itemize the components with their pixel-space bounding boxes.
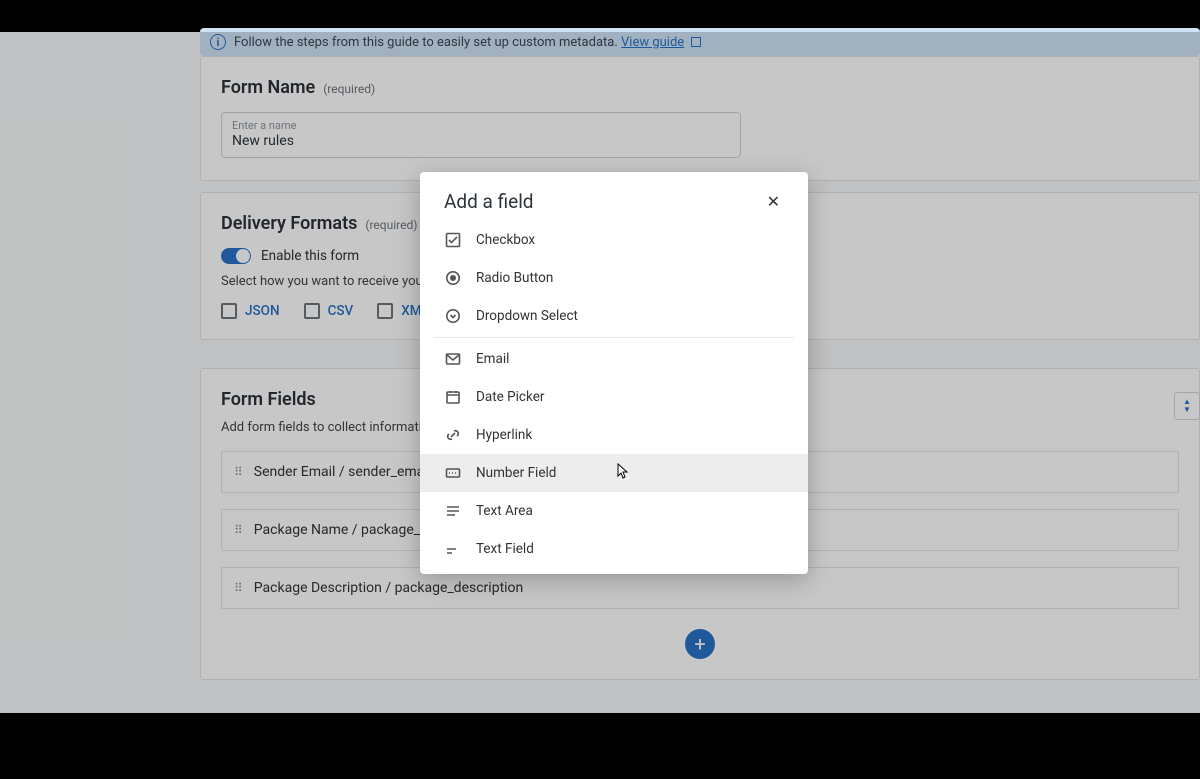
option-label: Date Picker (476, 389, 544, 405)
checkbox-icon (304, 303, 320, 319)
option-label: Text Area (476, 503, 533, 519)
format-csv[interactable]: CSV (304, 303, 354, 319)
dropdown-field-icon (444, 307, 462, 325)
modal-title: Add a field (444, 190, 534, 213)
option-textfield[interactable]: Text Field (420, 530, 808, 568)
plus-icon: + (694, 634, 705, 654)
form-name-placeholder: Enter a name (232, 119, 730, 132)
letterbox-bottom (0, 713, 1200, 779)
option-number[interactable]: Number Field (420, 454, 808, 492)
form-name-input[interactable]: Enter a name New rules (221, 112, 741, 158)
radio-field-icon (444, 269, 462, 287)
view-guide-link[interactable]: View guide (621, 35, 684, 50)
info-icon: i (210, 34, 226, 50)
form-name-required: (required) (323, 82, 375, 96)
option-label: Number Field (476, 465, 556, 481)
drag-handle-icon[interactable]: ⠿ (234, 581, 244, 595)
tip-banner: i Follow the steps from this guide to ea… (200, 28, 1200, 56)
option-date[interactable]: Date Picker (420, 378, 808, 416)
option-email[interactable]: Email (420, 340, 808, 378)
date-field-icon (444, 388, 462, 406)
delivery-required: (required) (365, 218, 417, 232)
enable-form-toggle[interactable] (221, 248, 251, 264)
chevron-down-icon: ▼ (1183, 406, 1191, 414)
add-field-button[interactable]: + (685, 629, 715, 659)
field-row-label: Sender Email / sender_email (254, 464, 431, 480)
form-fields-title: Form Fields (221, 389, 316, 410)
checkbox-field-icon (444, 231, 462, 249)
email-field-icon (444, 350, 462, 368)
option-label: Text Field (476, 541, 534, 557)
add-field-modal: Add a field ✕ Checkbox Radio Button Drop… (420, 172, 808, 574)
tip-text: Follow the steps from this guide to easi… (234, 35, 701, 50)
external-icon (691, 37, 701, 47)
option-label: Dropdown Select (476, 308, 578, 324)
form-name-title: Form Name (221, 77, 315, 98)
option-checkbox[interactable]: Checkbox (420, 221, 808, 259)
form-name-card: Form Name (required) Enter a name New ru… (200, 56, 1200, 181)
option-label: Checkbox (476, 232, 535, 248)
textfield-field-icon (444, 540, 462, 558)
checkbox-icon (377, 303, 393, 319)
textarea-field-icon (444, 502, 462, 520)
option-label: Hyperlink (476, 427, 532, 443)
option-dropdown[interactable]: Dropdown Select (420, 297, 808, 335)
option-label: Radio Button (476, 270, 553, 286)
drag-handle-icon[interactable]: ⠿ (234, 465, 244, 479)
hyperlink-field-icon (444, 426, 462, 444)
page: i Follow the steps from this guide to ea… (0, 32, 1200, 713)
delivery-title: Delivery Formats (221, 213, 357, 234)
option-radio[interactable]: Radio Button (420, 259, 808, 297)
separator (434, 337, 794, 338)
cursor-icon (615, 462, 631, 486)
number-field-icon (444, 464, 462, 482)
stepper-control[interactable]: ▲ ▼ (1174, 392, 1200, 420)
checkbox-icon (221, 303, 237, 319)
field-row-label: Package Description / package_descriptio… (254, 580, 523, 596)
option-hyperlink[interactable]: Hyperlink (420, 416, 808, 454)
drag-handle-icon[interactable]: ⠿ (234, 523, 244, 537)
format-json[interactable]: JSON (221, 303, 280, 319)
enable-form-label: Enable this form (261, 248, 359, 264)
option-textarea[interactable]: Text Area (420, 492, 808, 530)
close-icon: ✕ (767, 192, 780, 211)
close-button[interactable]: ✕ (763, 190, 784, 213)
option-label: Email (476, 351, 509, 367)
form-name-value: New rules (232, 133, 730, 149)
